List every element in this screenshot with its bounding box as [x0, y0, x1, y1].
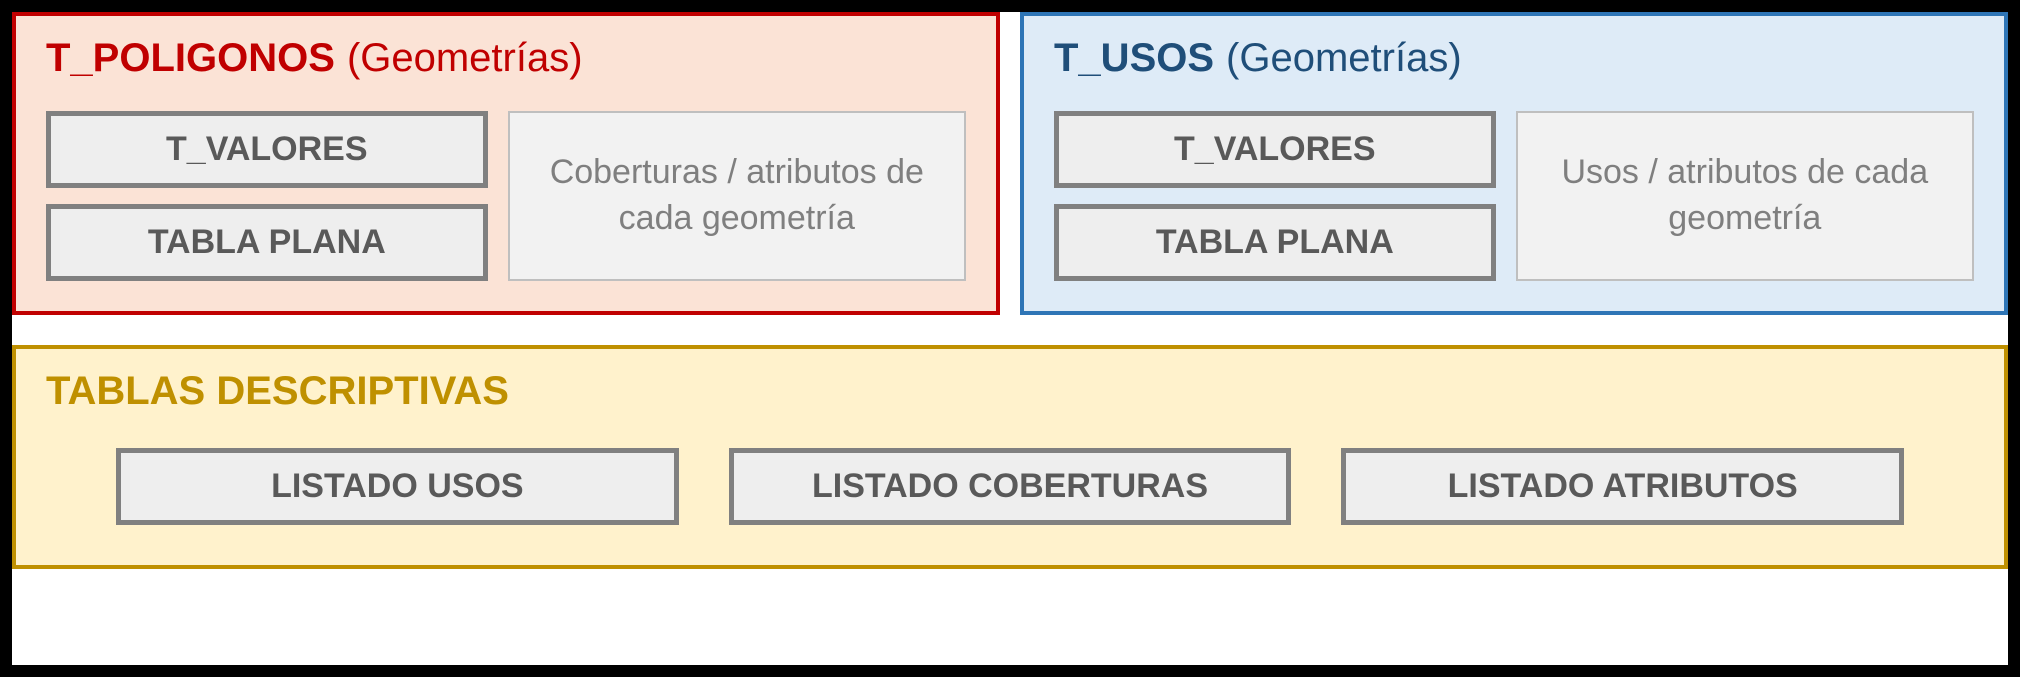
panel-usos-title: T_USOS (Geometrías) [1054, 36, 1974, 81]
poligonos-name: T_POLIGONOS [46, 36, 335, 81]
poligonos-body: T_VALORES TABLA PLANA Coberturas / atrib… [46, 111, 966, 281]
table-box-tablaplana: TABLA PLANA [1054, 204, 1496, 281]
poligonos-tables: T_VALORES TABLA PLANA [46, 111, 488, 281]
table-box-listado-coberturas: LISTADO COBERTURAS [729, 448, 1292, 525]
descriptivas-title: TABLAS DESCRIPTIVAS [46, 369, 1974, 414]
top-row: T_POLIGONOS (Geometrías) T_VALORES TABLA… [12, 12, 2008, 315]
table-box-listado-usos: LISTADO USOS [116, 448, 679, 525]
table-box-tablaplana: TABLA PLANA [46, 204, 488, 281]
table-box-listado-atributos: LISTADO ATRIBUTOS [1341, 448, 1904, 525]
poligonos-desc: Coberturas / atributos de cada geometría [508, 111, 966, 281]
usos-body: T_VALORES TABLA PLANA Usos / atributos d… [1054, 111, 1974, 281]
panel-usos: T_USOS (Geometrías) T_VALORES TABLA PLAN… [1020, 12, 2008, 315]
table-box-tvalores: T_VALORES [1054, 111, 1496, 188]
usos-tables: T_VALORES TABLA PLANA [1054, 111, 1496, 281]
panel-descriptivas: TABLAS DESCRIPTIVAS LISTADO USOS LISTADO… [12, 345, 2008, 569]
usos-name: T_USOS [1054, 36, 1214, 81]
poligonos-suffix: (Geometrías) [347, 36, 583, 81]
diagram-container: T_POLIGONOS (Geometrías) T_VALORES TABLA… [12, 12, 2008, 665]
usos-suffix: (Geometrías) [1226, 36, 1462, 81]
descriptivas-row: LISTADO USOS LISTADO COBERTURAS LISTADO … [46, 448, 1974, 525]
panel-poligonos-title: T_POLIGONOS (Geometrías) [46, 36, 966, 81]
panel-poligonos: T_POLIGONOS (Geometrías) T_VALORES TABLA… [12, 12, 1000, 315]
usos-desc: Usos / atributos de cada geometría [1516, 111, 1974, 281]
table-box-tvalores: T_VALORES [46, 111, 488, 188]
